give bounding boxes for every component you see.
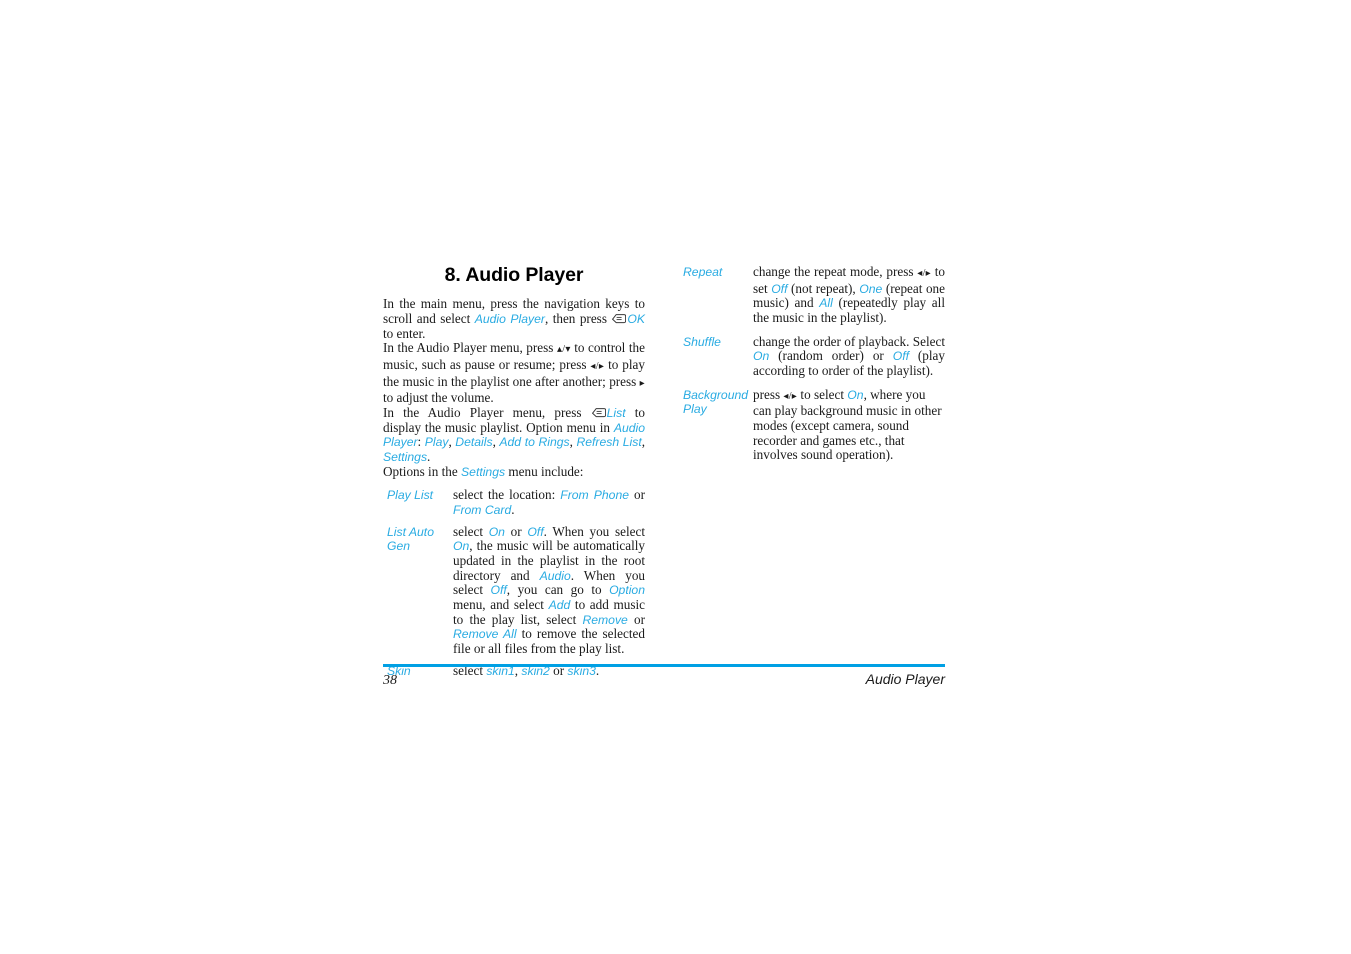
intro-paragraph-2: In the Audio Player menu, press ▴/▾ to c… <box>383 341 645 406</box>
intro-paragraph-3: In the Audio Player menu, press List to … <box>383 405 646 465</box>
intro-paragraph-1: In the main menu, press the navigation k… <box>383 297 645 341</box>
text-run: (not repeat), <box>787 280 860 296</box>
nav-keys-up-down-icon: ▴/▾ <box>556 344 571 356</box>
text-run: select <box>453 523 489 539</box>
text-run: , you can go to <box>506 582 610 598</box>
definition-term: Play List <box>387 488 434 503</box>
text-run: press <box>753 386 784 402</box>
intro-3-seg1: In the Audio Player menu, press <box>383 405 591 421</box>
text-run: change the order of playback. Select <box>753 333 945 349</box>
text-run: to select <box>797 386 848 402</box>
text-run: or <box>504 523 528 539</box>
text-run: or <box>629 487 645 503</box>
text-run: select the location: <box>453 487 561 503</box>
definition-row: Play List select the location: From Phone… <box>383 487 645 517</box>
definition-description: change the order of playback. Select On … <box>753 333 945 379</box>
term-settings: Settings <box>383 450 428 464</box>
highlight-term: Off <box>771 281 788 296</box>
intro-paragraph-4: Options in the Settings menu include: <box>383 463 645 480</box>
intro-4-seg2: menu include: <box>505 463 584 479</box>
definition-row: Shuffle change the order of playback. Sel… <box>683 333 945 379</box>
highlight-term: On <box>753 349 770 364</box>
definition-description: change the repeat mode, press ◂/▸ to set… <box>753 264 945 326</box>
manual-page: 8. Audio Player In the main menu, press … <box>383 264 945 695</box>
definition-description: press ◂/▸ to select On, where you can pl… <box>753 386 945 463</box>
nav-key-right-icon: ▸ <box>639 377 645 389</box>
definition-term: Shuffle <box>683 334 721 349</box>
highlight-term: On <box>488 524 505 539</box>
softkey-icon <box>612 314 627 324</box>
highlight-term: Off <box>892 349 909 364</box>
text-run: (random order) or <box>769 348 893 364</box>
right-column: Repeat change the repeat mode, press ◂/▸ … <box>683 264 945 657</box>
footer-chapter-name: Audio Player <box>865 671 945 687</box>
highlight-term: Remove <box>582 612 628 627</box>
definition-term: List Auto Gen <box>387 524 434 554</box>
page-number: 38 <box>383 673 397 688</box>
highlight-term: Off <box>490 583 507 598</box>
highlight-term: One <box>859 281 883 296</box>
page-footer: 38 Audio Player <box>383 664 945 689</box>
intro-2-seg1: In the Audio Player menu, press <box>383 340 557 356</box>
text-run: change the repeat mode, press <box>753 264 918 279</box>
text-run: . When you select <box>543 523 645 539</box>
term-play: Play <box>424 435 449 450</box>
intro-3-seg4: . <box>427 449 431 464</box>
highlight-term: From Card <box>453 502 512 517</box>
highlight-term: From Phone <box>560 488 630 503</box>
footer-row: 38 Audio Player <box>383 671 945 689</box>
definition-description: select On or Off. When you select On, th… <box>453 523 645 657</box>
definition-row: List Auto Gen select On or Off. When you … <box>383 523 645 657</box>
footer-rule <box>383 664 945 667</box>
definition-term: Repeat <box>683 265 723 279</box>
term-add-to-rings: Add to Rings <box>499 435 570 450</box>
term-audio-player: Audio Player <box>474 312 545 327</box>
highlight-term: Off <box>527 524 544 539</box>
intro-2-seg4: to adjust the volume. <box>383 390 494 406</box>
left-definition-list: Play List select the location: From Phone… <box>383 487 645 678</box>
highlight-term: Add <box>548 597 571 612</box>
text-run: . <box>511 501 515 517</box>
text-run: menu, and select <box>453 596 549 612</box>
sep-4: , <box>641 434 646 450</box>
nav-keys-left-right-icon: ◂/▸ <box>590 361 605 373</box>
definition-row: Repeat change the repeat mode, press ◂/▸ … <box>683 264 945 326</box>
highlight-term: All <box>819 296 833 311</box>
definition-description: select the location: From Phone or From … <box>453 487 645 517</box>
highlight-term: Option <box>609 583 645 598</box>
term-details: Details <box>455 435 493 450</box>
right-definition-list: Repeat change the repeat mode, press ◂/▸ … <box>683 264 945 463</box>
highlight-term: On <box>847 387 864 402</box>
left-column: 8. Audio Player In the main menu, press … <box>383 264 646 677</box>
page-title: 8. Audio Player <box>444 264 584 286</box>
term-settings: Settings <box>461 464 506 479</box>
intro-1-seg2: , then press <box>544 311 612 327</box>
intro-3-seg3: : <box>417 434 425 450</box>
term-refresh-list: Refresh List <box>576 435 642 450</box>
term-ok: OK <box>627 312 645 327</box>
softkey-icon <box>591 408 606 418</box>
page-columns: 8. Audio Player In the main menu, press … <box>383 264 945 677</box>
definition-term: Background Play <box>683 387 749 417</box>
highlight-term: Remove All <box>453 627 517 642</box>
term-list: List <box>606 406 626 421</box>
intro-1-seg3: to enter. <box>383 325 426 341</box>
nav-keys-left-right-icon: ◂/▸ <box>783 390 798 402</box>
definition-row: Background Play press ◂/▸ to select On, w… <box>683 386 945 463</box>
intro-4-seg1: Options in the <box>383 463 462 479</box>
text-run: or <box>627 611 645 627</box>
highlight-term: On <box>453 539 470 554</box>
nav-keys-left-right-icon: ◂/▸ <box>917 268 931 279</box>
highlight-term: Audio <box>539 568 571 583</box>
